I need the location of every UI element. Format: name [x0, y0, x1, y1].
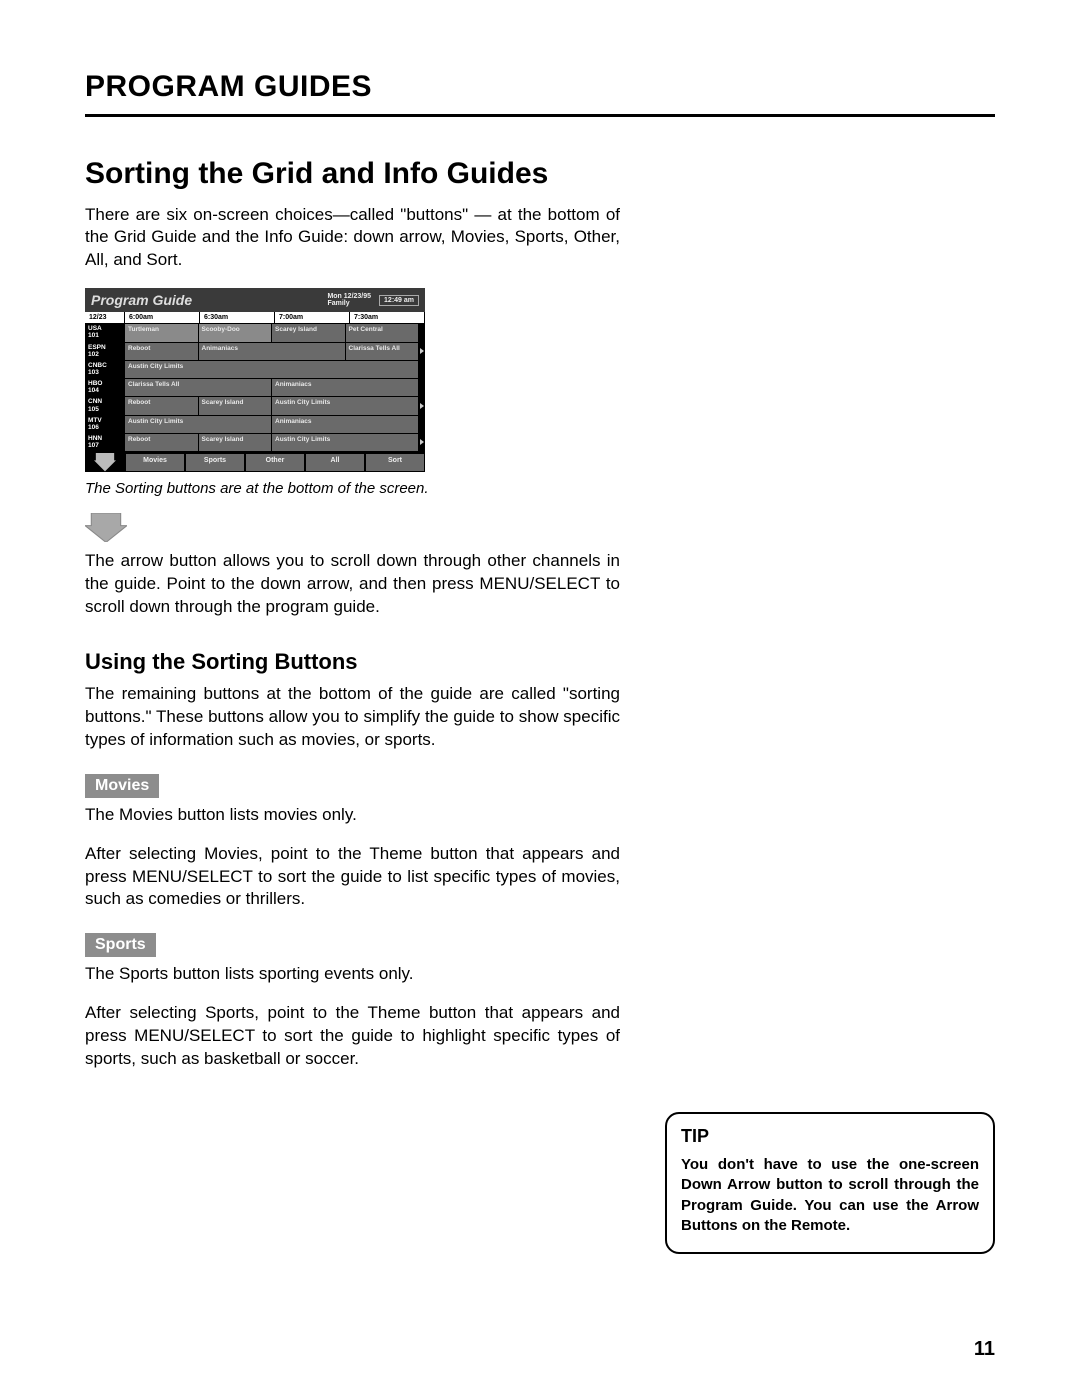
- guide-time-row: 12/23 6:00am 6:30am 7:00am 7:30am: [85, 312, 425, 323]
- channel-label: MTV106: [85, 415, 125, 433]
- tip-title: TIP: [681, 1126, 979, 1147]
- row-end: [419, 323, 425, 341]
- tip-body: You don't have to use the one-screen Dow…: [681, 1155, 979, 1236]
- row-end: [419, 378, 425, 396]
- program-cell[interactable]: Turtleman: [125, 323, 199, 341]
- section-heading: Sorting the Grid and Info Guides: [85, 157, 620, 192]
- movies-p2: After selecting Movies, point to the The…: [85, 843, 620, 912]
- guide-date-cell: 12/23: [85, 312, 125, 323]
- channel-label: CNN105: [85, 396, 125, 414]
- guide-sort-button[interactable]: Sports: [185, 453, 245, 471]
- guide-row: USA101TurtlemanScooby-DooScarey IslandPe…: [85, 323, 425, 341]
- guide-row: HBO104Clarissa Tells AllAnimaniacs: [85, 378, 425, 396]
- movies-chip: Movies: [85, 774, 159, 798]
- subsection-intro: The remaining buttons at the bottom of t…: [85, 683, 620, 752]
- guide-sort-button[interactable]: Movies: [125, 453, 185, 471]
- page-header-title: PROGRAM GUIDES: [85, 70, 995, 104]
- guide-time-col: 6:00am: [125, 312, 200, 323]
- guide-row: ESPN102RebootAnimaniacsClarissa Tells Al…: [85, 342, 425, 360]
- program-cell[interactable]: Reboot: [125, 342, 199, 360]
- row-end: [419, 415, 425, 433]
- channel-label: HNN107: [85, 433, 125, 451]
- main-column: Sorting the Grid and Info Guides There a…: [85, 157, 620, 1071]
- program-cell[interactable]: Scarey Island: [199, 396, 273, 414]
- program-cell[interactable]: Pet Central: [346, 323, 420, 341]
- sports-p1: The Sports button lists sporting events …: [85, 963, 620, 986]
- page-number: 11: [974, 1338, 995, 1361]
- row-continue-icon: [419, 396, 425, 414]
- figure-caption: The Sorting buttons are at the bottom of…: [85, 480, 620, 497]
- channel-label: CNBC103: [85, 360, 125, 378]
- guide-date: Mon 12/23/95 Family: [327, 293, 371, 308]
- row-continue-icon: [419, 433, 425, 451]
- guide-time-col: 7:00am: [275, 312, 350, 323]
- program-cell[interactable]: Animaniacs: [199, 342, 346, 360]
- guide-sort-button[interactable]: Sort: [365, 453, 425, 471]
- guide-sort-button[interactable]: Other: [245, 453, 305, 471]
- subsection-heading: Using the Sorting Buttons: [85, 649, 620, 675]
- guide-sort-button[interactable]: All: [305, 453, 365, 471]
- section-intro: There are six on-screen choices—called "…: [85, 204, 620, 273]
- sports-chip: Sports: [85, 933, 156, 957]
- program-cell[interactable]: Reboot: [125, 396, 199, 414]
- program-cell[interactable]: Clarissa Tells All: [346, 342, 420, 360]
- guide-time-col: 7:30am: [350, 312, 425, 323]
- sports-p2: After selecting Sports, point to the The…: [85, 1002, 620, 1071]
- tip-box: TIP You don't have to use the one-screen…: [665, 1112, 995, 1254]
- program-cell[interactable]: Austin City Limits: [125, 415, 272, 433]
- program-guide-screenshot: Program Guide Mon 12/23/95 Family 12:49 …: [85, 288, 425, 471]
- program-cell[interactable]: Scarey Island: [272, 323, 346, 341]
- program-cell[interactable]: Austin City Limits: [272, 396, 419, 414]
- program-cell[interactable]: Austin City Limits: [272, 433, 419, 451]
- program-cell[interactable]: Animaniacs: [272, 415, 419, 433]
- arrow-paragraph: The arrow button allows you to scroll do…: [85, 550, 620, 619]
- movies-p1: The Movies button lists movies only.: [85, 804, 620, 827]
- guide-row: MTV106Austin City LimitsAnimaniacs: [85, 415, 425, 433]
- program-cell[interactable]: Scarey Island: [199, 433, 273, 451]
- channel-label: USA101: [85, 323, 125, 341]
- program-cell[interactable]: Austin City Limits: [125, 360, 419, 378]
- guide-clock: 12:49 am: [379, 295, 419, 306]
- guide-header: Program Guide Mon 12/23/95 Family 12:49 …: [85, 288, 425, 312]
- down-arrow-icon[interactable]: [85, 453, 125, 471]
- guide-row: CNBC103Austin City Limits: [85, 360, 425, 378]
- channel-label: ESPN102: [85, 342, 125, 360]
- guide-date-line2: Family: [327, 300, 349, 307]
- guide-grid: USA101TurtlemanScooby-DooScarey IslandPe…: [85, 323, 425, 451]
- guide-row: HNN107RebootScarey IslandAustin City Lim…: [85, 433, 425, 451]
- program-cell[interactable]: Scooby-Doo: [199, 323, 273, 341]
- program-cell[interactable]: Reboot: [125, 433, 199, 451]
- guide-title: Program Guide: [91, 292, 319, 308]
- down-arrow-icon: [85, 513, 127, 542]
- row-continue-icon: [419, 342, 425, 360]
- header-rule: [85, 114, 995, 117]
- program-cell[interactable]: Clarissa Tells All: [125, 378, 272, 396]
- guide-row: CNN105RebootScarey IslandAustin City Lim…: [85, 396, 425, 414]
- guide-footer: Movies Sports Other All Sort: [85, 451, 425, 471]
- channel-label: HBO104: [85, 378, 125, 396]
- guide-date-line1: Mon 12/23/95: [327, 293, 371, 300]
- guide-time-col: 6:30am: [200, 312, 275, 323]
- row-end: [419, 360, 425, 378]
- program-cell[interactable]: Animaniacs: [272, 378, 419, 396]
